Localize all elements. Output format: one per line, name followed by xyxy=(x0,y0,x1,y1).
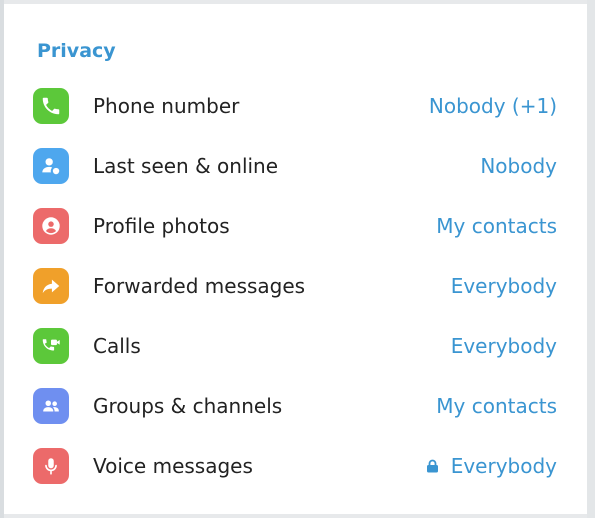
microphone-icon xyxy=(33,448,69,484)
row-value[interactable]: Nobody (+1) xyxy=(429,94,557,118)
privacy-row-groups-channels[interactable]: Groups & channels My contacts xyxy=(4,376,587,436)
privacy-row-profile-photos[interactable]: Profile photos My contacts xyxy=(4,196,587,256)
row-value[interactable]: My contacts xyxy=(436,214,557,238)
window-right-edge xyxy=(587,0,595,518)
row-value[interactable]: Everybody xyxy=(451,334,557,358)
privacy-panel: Privacy Phone number Nobody (+1) Last se… xyxy=(4,4,587,514)
row-value-text: Everybody xyxy=(450,274,557,298)
forward-icon xyxy=(33,268,69,304)
lock-icon xyxy=(426,459,438,473)
row-value[interactable]: My contacts xyxy=(436,394,557,418)
group-icon xyxy=(33,388,69,424)
row-label: Profile photos xyxy=(93,214,230,238)
row-label: Groups & channels xyxy=(93,394,283,418)
privacy-row-forwarded-messages[interactable]: Forwarded messages Everybody xyxy=(4,256,587,316)
row-label: Last seen & online xyxy=(93,154,279,178)
profile-photo-icon xyxy=(33,208,69,244)
row-label: Forwarded messages xyxy=(93,274,306,298)
row-value-text: Everybody xyxy=(450,454,557,478)
row-value-text: Nobody (+1) xyxy=(428,94,557,118)
privacy-row-last-seen[interactable]: Last seen & online Nobody xyxy=(4,136,587,196)
row-value-text: My contacts xyxy=(436,394,557,418)
row-value-text: Nobody xyxy=(480,154,557,178)
row-label: Voice messages xyxy=(93,454,253,478)
privacy-row-voice-messages[interactable]: Voice messages Everybody xyxy=(4,436,587,496)
row-value[interactable]: Everybody xyxy=(426,454,557,478)
privacy-row-phone-number[interactable]: Phone number Nobody (+1) xyxy=(4,76,587,136)
row-label: Phone number xyxy=(93,94,240,118)
row-value[interactable]: Nobody xyxy=(480,154,557,178)
row-value[interactable]: Everybody xyxy=(451,274,557,298)
row-value-text: Everybody xyxy=(450,334,557,358)
privacy-row-calls[interactable]: Calls Everybody xyxy=(4,316,587,376)
phone-icon xyxy=(33,88,69,124)
row-value-text: My contacts xyxy=(436,214,557,238)
video-call-icon xyxy=(33,328,69,364)
user-clock-icon xyxy=(33,148,69,184)
row-label: Calls xyxy=(93,334,141,358)
section-title: Privacy xyxy=(37,40,116,62)
